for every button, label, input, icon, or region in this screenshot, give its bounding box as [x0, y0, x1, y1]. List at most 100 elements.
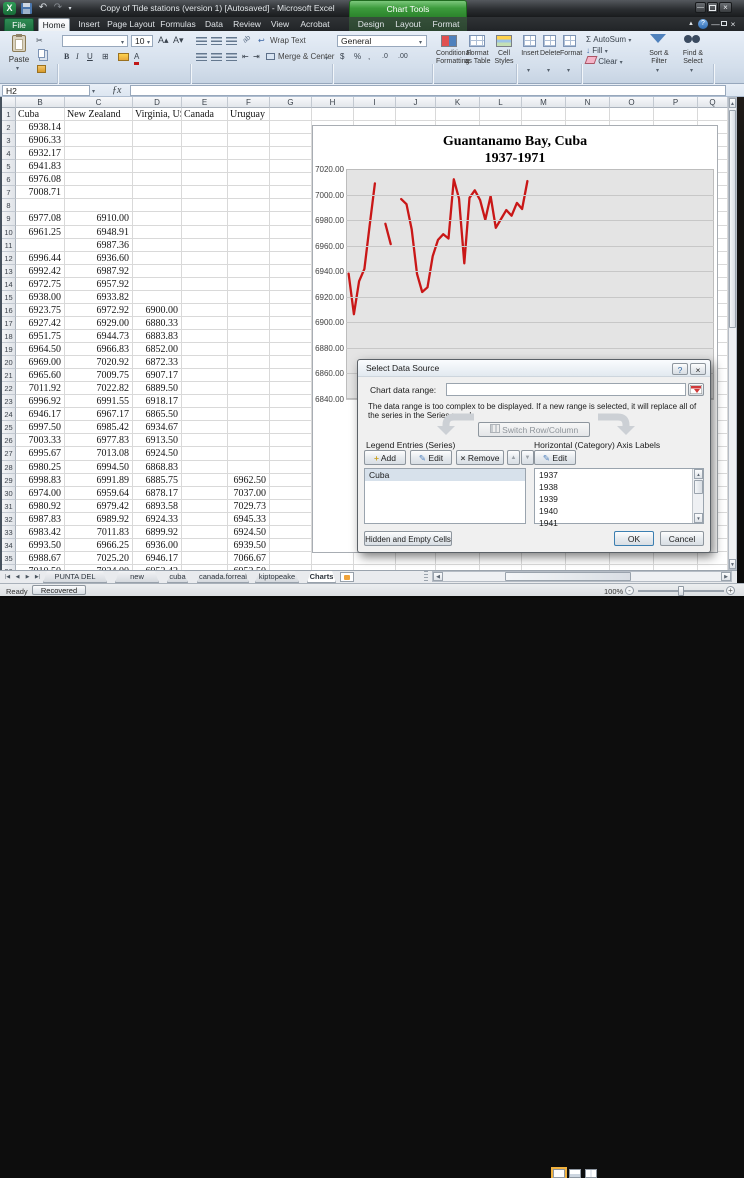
- delete-cells-button[interactable]: Delete ▾: [540, 34, 560, 78]
- cell[interactable]: [522, 565, 566, 570]
- contextual-tab-format[interactable]: Format: [428, 18, 464, 31]
- cell[interactable]: [182, 369, 228, 382]
- cell[interactable]: 7029.73: [228, 500, 270, 513]
- align-middle-icon[interactable]: [211, 37, 222, 45]
- cell[interactable]: 6948.91: [65, 226, 133, 239]
- cell[interactable]: [396, 108, 436, 121]
- cell[interactable]: [270, 526, 312, 539]
- cell[interactable]: 6936.60: [65, 252, 133, 265]
- zoom-in-icon[interactable]: +: [726, 586, 735, 595]
- orientation-icon[interactable]: ab: [240, 33, 253, 46]
- column-header-I[interactable]: I: [354, 97, 396, 108]
- row-header-10[interactable]: 10: [2, 226, 16, 239]
- cell[interactable]: [228, 278, 270, 291]
- cell[interactable]: [270, 356, 312, 369]
- cell[interactable]: [480, 565, 522, 570]
- cell[interactable]: 7010.50: [16, 565, 65, 570]
- cell[interactable]: Uruguay: [228, 108, 270, 121]
- cell[interactable]: [566, 108, 610, 121]
- increase-decimal-icon[interactable]: .0: [382, 51, 388, 62]
- cell[interactable]: [270, 199, 312, 212]
- row-header-14[interactable]: 14: [2, 278, 16, 291]
- cell[interactable]: [228, 147, 270, 160]
- grow-font-icon[interactable]: A▴: [158, 35, 169, 46]
- cell[interactable]: 6967.17: [65, 408, 133, 421]
- cell[interactable]: 6952.42: [133, 565, 182, 570]
- cell[interactable]: [65, 121, 133, 134]
- formula-input[interactable]: [130, 85, 726, 96]
- category-label-item[interactable]: 1939: [535, 493, 703, 505]
- cell[interactable]: 6938.14: [16, 121, 65, 134]
- row-header-29[interactable]: 29: [2, 474, 16, 487]
- category-scroll-up-icon[interactable]: ▲: [694, 469, 703, 479]
- previous-sheet-icon[interactable]: ◀: [13, 572, 22, 582]
- cell[interactable]: 6957.92: [65, 278, 133, 291]
- conditional-formatting-button[interactable]: Conditional Formatting: [436, 34, 463, 78]
- cell[interactable]: 6924.33: [133, 513, 182, 526]
- wrap-text-icon[interactable]: ↩: [258, 35, 265, 46]
- row-header-27[interactable]: 27: [2, 447, 16, 460]
- row-header-19[interactable]: 19: [2, 343, 16, 356]
- cell[interactable]: [182, 239, 228, 252]
- cell[interactable]: 6985.42: [65, 421, 133, 434]
- cell[interactable]: [228, 369, 270, 382]
- cell[interactable]: [182, 395, 228, 408]
- redo-icon[interactable]: ↷: [51, 1, 65, 14]
- cell[interactable]: [182, 291, 228, 304]
- cell[interactable]: 6868.83: [133, 461, 182, 474]
- row-header-20[interactable]: 20: [2, 356, 16, 369]
- cell[interactable]: [566, 565, 610, 570]
- cell[interactable]: 6938.00: [16, 291, 65, 304]
- column-header-G[interactable]: G: [270, 97, 312, 108]
- cell[interactable]: 6980.25: [16, 461, 65, 474]
- sort-filter-button[interactable]: Sort & Filter ▾: [643, 34, 675, 78]
- column-header-B[interactable]: B: [16, 97, 65, 108]
- column-header-C[interactable]: C: [65, 97, 133, 108]
- cell[interactable]: 6988.67: [16, 552, 65, 565]
- cell[interactable]: 6885.75: [133, 474, 182, 487]
- cell[interactable]: [354, 565, 396, 570]
- scroll-left-icon[interactable]: ◀: [433, 572, 443, 581]
- cell[interactable]: [610, 108, 654, 121]
- column-header-O[interactable]: O: [610, 97, 654, 108]
- cell[interactable]: 6936.00: [133, 539, 182, 552]
- cell[interactable]: [270, 343, 312, 356]
- cell[interactable]: [396, 565, 436, 570]
- row-header-12[interactable]: 12: [2, 252, 16, 265]
- row-header-15[interactable]: 15: [2, 291, 16, 304]
- cell[interactable]: [182, 252, 228, 265]
- cell[interactable]: 6961.25: [16, 226, 65, 239]
- cell[interactable]: [270, 226, 312, 239]
- cell[interactable]: 6991.55: [65, 395, 133, 408]
- cell[interactable]: 6987.92: [65, 265, 133, 278]
- row-header-36[interactable]: 36: [2, 565, 16, 570]
- cell[interactable]: 6959.64: [65, 487, 133, 500]
- sheet-tab-punta-del-este[interactable]: PUNTA DEL ESTE: [43, 571, 107, 583]
- cell[interactable]: [65, 173, 133, 186]
- cell[interactable]: [270, 304, 312, 317]
- clear-button[interactable]: Clear ▾: [586, 56, 623, 69]
- cell[interactable]: 6995.67: [16, 447, 65, 460]
- column-header-L[interactable]: L: [480, 97, 522, 108]
- cell[interactable]: [133, 160, 182, 173]
- cell[interactable]: [182, 278, 228, 291]
- cell[interactable]: [182, 447, 228, 460]
- page-layout-view-icon[interactable]: [569, 1169, 581, 1178]
- font-name-input[interactable]: [62, 35, 128, 47]
- decrease-indent-icon[interactable]: ⇤: [242, 51, 249, 62]
- column-header-E[interactable]: E: [182, 97, 228, 108]
- column-header-H[interactable]: H: [312, 97, 354, 108]
- cell[interactable]: [354, 108, 396, 121]
- tab-split-handle[interactable]: [424, 571, 428, 582]
- category-label-item[interactable]: 1938: [535, 481, 703, 493]
- wrap-text-label[interactable]: Wrap Text: [270, 35, 306, 46]
- sheet-tab-new-zealand[interactable]: new zealand: [115, 571, 159, 583]
- minimize-ribbon-icon[interactable]: ▲: [686, 18, 696, 31]
- cell[interactable]: [182, 539, 228, 552]
- cell[interactable]: [228, 226, 270, 239]
- name-box[interactable]: H2: [2, 85, 90, 96]
- fx-icon[interactable]: ƒx: [112, 85, 128, 96]
- switch-row-column-button[interactable]: Switch Row/Column: [478, 422, 590, 437]
- cell[interactable]: 6872.33: [133, 356, 182, 369]
- row-header-18[interactable]: 18: [2, 330, 16, 343]
